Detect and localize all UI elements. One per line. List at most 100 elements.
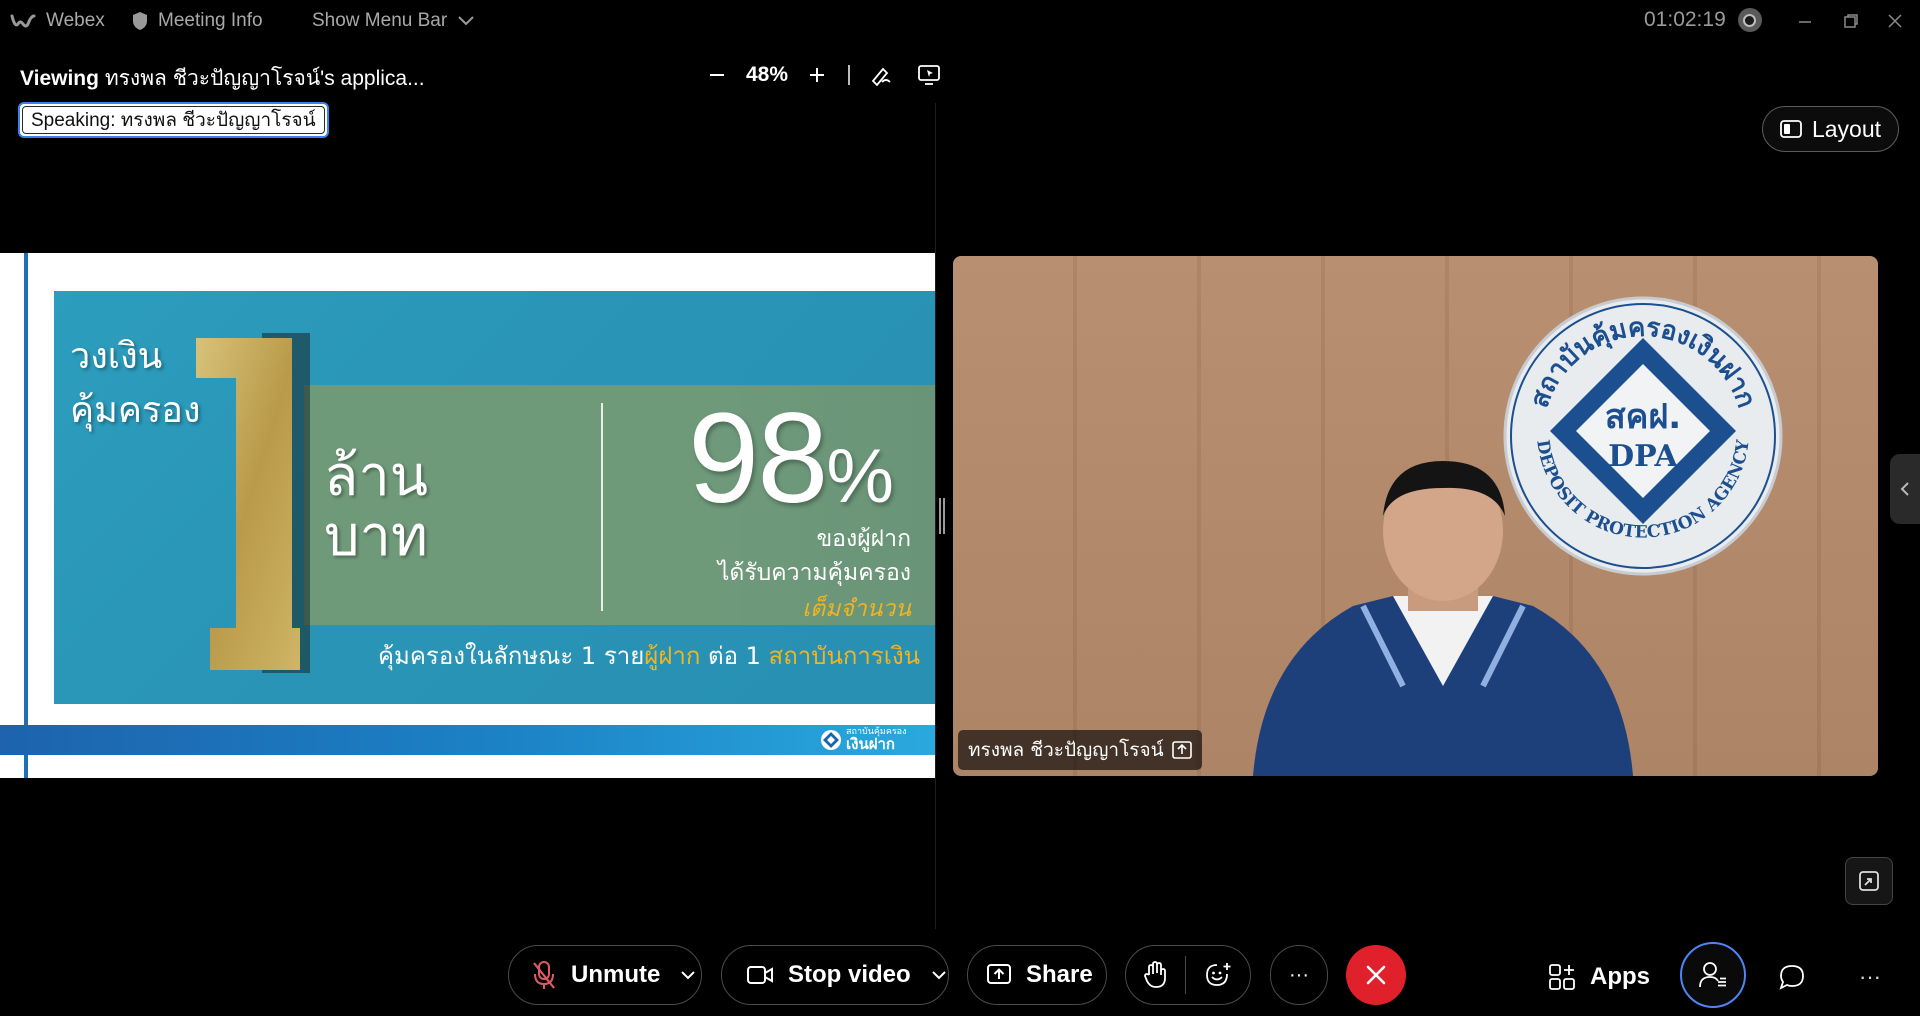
leave-meeting-button[interactable] xyxy=(1346,945,1406,1005)
foot-d: สถาบันการเงิน xyxy=(768,642,921,670)
slide-desc2: ได้รับความคุ้มครอง xyxy=(717,560,911,586)
chevron-down-icon[interactable] xyxy=(680,970,696,980)
restore-button[interactable] xyxy=(1836,6,1866,36)
zoom-controls: 48% xyxy=(700,60,946,90)
participant-name-tag: ทรงพล ชีวะปัญญาโรจน์ xyxy=(958,730,1202,770)
reactions-button[interactable] xyxy=(1205,961,1233,989)
stop-video-button[interactable]: Stop video xyxy=(721,945,949,1005)
webex-window: Webex Meeting Info Show Menu Bar 01:02:1… xyxy=(0,0,1920,1016)
participants-icon xyxy=(1699,962,1726,988)
mic-muted-icon xyxy=(533,961,555,989)
video-camera-icon xyxy=(747,966,773,984)
split-resize-handle[interactable] xyxy=(939,498,945,534)
emblem-short-name: สคฝ. xyxy=(1605,397,1681,437)
meeting-timer: 01:02:19 xyxy=(1644,8,1762,32)
viewing-name: ทรงพล ชีวะปัญญาโรจน์'s applica... xyxy=(104,67,425,90)
participants-button[interactable] xyxy=(1680,942,1746,1008)
layout-icon xyxy=(1780,120,1802,138)
speaking-indicator: Speaking: ทรงพล ชีวะปัญญาโรจน์ xyxy=(18,102,329,138)
apps-button[interactable]: Apps xyxy=(1548,957,1650,997)
layout-button[interactable]: Layout xyxy=(1762,106,1899,152)
slide-percent: 98% xyxy=(688,395,894,523)
apps-label: Apps xyxy=(1590,963,1650,990)
more-options-label: ··· xyxy=(1289,963,1309,986)
minimize-button[interactable] xyxy=(1790,6,1820,36)
remote-control-button[interactable] xyxy=(912,60,946,90)
dpa-logo-icon xyxy=(821,730,841,750)
unmute-label: Unmute xyxy=(571,961,661,988)
chat-bubble-icon xyxy=(1779,965,1804,990)
shield-icon xyxy=(133,12,147,30)
percent-value: 98 xyxy=(688,387,828,530)
foot-b: ผู้ฝาก xyxy=(644,642,701,670)
participant-name: ทรงพล ชีวะปัญญาโรจน์ xyxy=(968,739,1164,761)
slide-footer-text: คุ้มครองในลักษณะ 1 รายผู้ฝาก ต่อ 1 สถาบั… xyxy=(378,636,920,675)
more-menu-button[interactable]: ··· xyxy=(1850,957,1890,997)
participant-person xyxy=(1253,461,1633,776)
more-options-button[interactable]: ··· xyxy=(1270,945,1328,1005)
zoom-separator xyxy=(848,65,851,85)
slide-desc1: ของผู้ฝาก xyxy=(816,526,911,552)
share-divider xyxy=(935,103,936,929)
zoom-level: 48% xyxy=(746,63,789,86)
foot-c: ต่อ 1 xyxy=(700,642,769,670)
slide-bottom-band xyxy=(0,725,935,755)
reactions-group xyxy=(1125,945,1251,1005)
plus-icon xyxy=(810,68,825,82)
webex-menu[interactable]: Webex xyxy=(10,10,105,32)
annotate-button[interactable] xyxy=(864,60,898,90)
participant-video[interactable]: สถาบันคุ้มครองเงินฝาก DEPOSIT PROTECTION… xyxy=(953,256,1878,776)
show-menu-bar-label: Show Menu Bar xyxy=(312,10,448,31)
zoom-out-button[interactable] xyxy=(700,60,734,90)
share-label: Share xyxy=(1026,961,1093,988)
gold-number-one xyxy=(196,338,300,670)
dpa-logo-bottom: เงินฝาก xyxy=(846,735,895,753)
unmute-button[interactable]: Unmute xyxy=(508,945,702,1005)
app-name: Webex xyxy=(46,10,105,31)
expand-view-button[interactable] xyxy=(1845,857,1893,905)
apps-grid-icon xyxy=(1549,964,1575,990)
slide-unit1: ล้าน xyxy=(324,444,429,509)
chat-button[interactable] xyxy=(1772,957,1812,997)
slide-text-line2: คุ้มครอง xyxy=(70,390,201,431)
percent-sign: % xyxy=(826,434,894,519)
emoji-add-icon xyxy=(1205,963,1231,986)
close-icon xyxy=(1888,14,1902,28)
share-screen-icon xyxy=(987,964,1011,984)
raise-hand-icon xyxy=(1144,961,1167,988)
slide-left-bar xyxy=(24,253,28,778)
timer-value: 01:02:19 xyxy=(1644,8,1726,31)
shared-content: วงเงิน คุ้มครอง ล้าน บาท 98% ของผู้ฝาก ไ… xyxy=(0,253,935,778)
slide-text-line1: วงเงิน xyxy=(70,336,163,377)
speaking-label: Speaking: ทรงพล ชีวะปัญญาโรจน์ xyxy=(31,110,316,131)
chevron-down-icon[interactable] xyxy=(931,970,947,980)
annotate-pen-icon xyxy=(871,67,891,86)
minus-icon xyxy=(710,74,724,76)
restore-icon xyxy=(1844,14,1858,28)
side-panel-toggle[interactable] xyxy=(1890,454,1920,524)
stop-video-label: Stop video xyxy=(788,961,911,988)
close-window-button[interactable] xyxy=(1880,6,1910,36)
foot-a: คุ้มครองในลักษณะ 1 ราย xyxy=(378,642,645,670)
meeting-info-label: Meeting Info xyxy=(158,10,263,31)
show-menu-bar-button[interactable]: Show Menu Bar xyxy=(312,10,475,32)
remote-control-icon xyxy=(918,65,940,85)
recording-icon[interactable] xyxy=(1737,8,1762,32)
slide-divider xyxy=(601,403,603,611)
viewing-prefix: Viewing xyxy=(20,67,99,90)
title-bar: Webex Meeting Info Show Menu Bar 01:02:1… xyxy=(0,0,1920,44)
share-button[interactable]: Share xyxy=(967,945,1107,1005)
reactions-separator xyxy=(1185,956,1187,994)
share-viewer-title: Viewing ทรงพล ชีวะปัญญาโรจน์'s applica..… xyxy=(20,62,425,95)
expand-icon xyxy=(1859,871,1879,891)
meeting-info-button[interactable]: Meeting Info xyxy=(132,10,263,32)
slide-unit2: บาท xyxy=(324,504,428,569)
slide-desc3: เต็มจำนวน xyxy=(802,596,911,622)
more-menu-label: ··· xyxy=(1859,964,1881,989)
raise-hand-button[interactable] xyxy=(1143,961,1167,989)
minimize-icon xyxy=(1799,21,1811,23)
zoom-in-button[interactable] xyxy=(800,60,834,90)
layout-label: Layout xyxy=(1811,115,1882,142)
close-icon xyxy=(1366,965,1386,985)
sharing-icon xyxy=(1171,741,1192,759)
